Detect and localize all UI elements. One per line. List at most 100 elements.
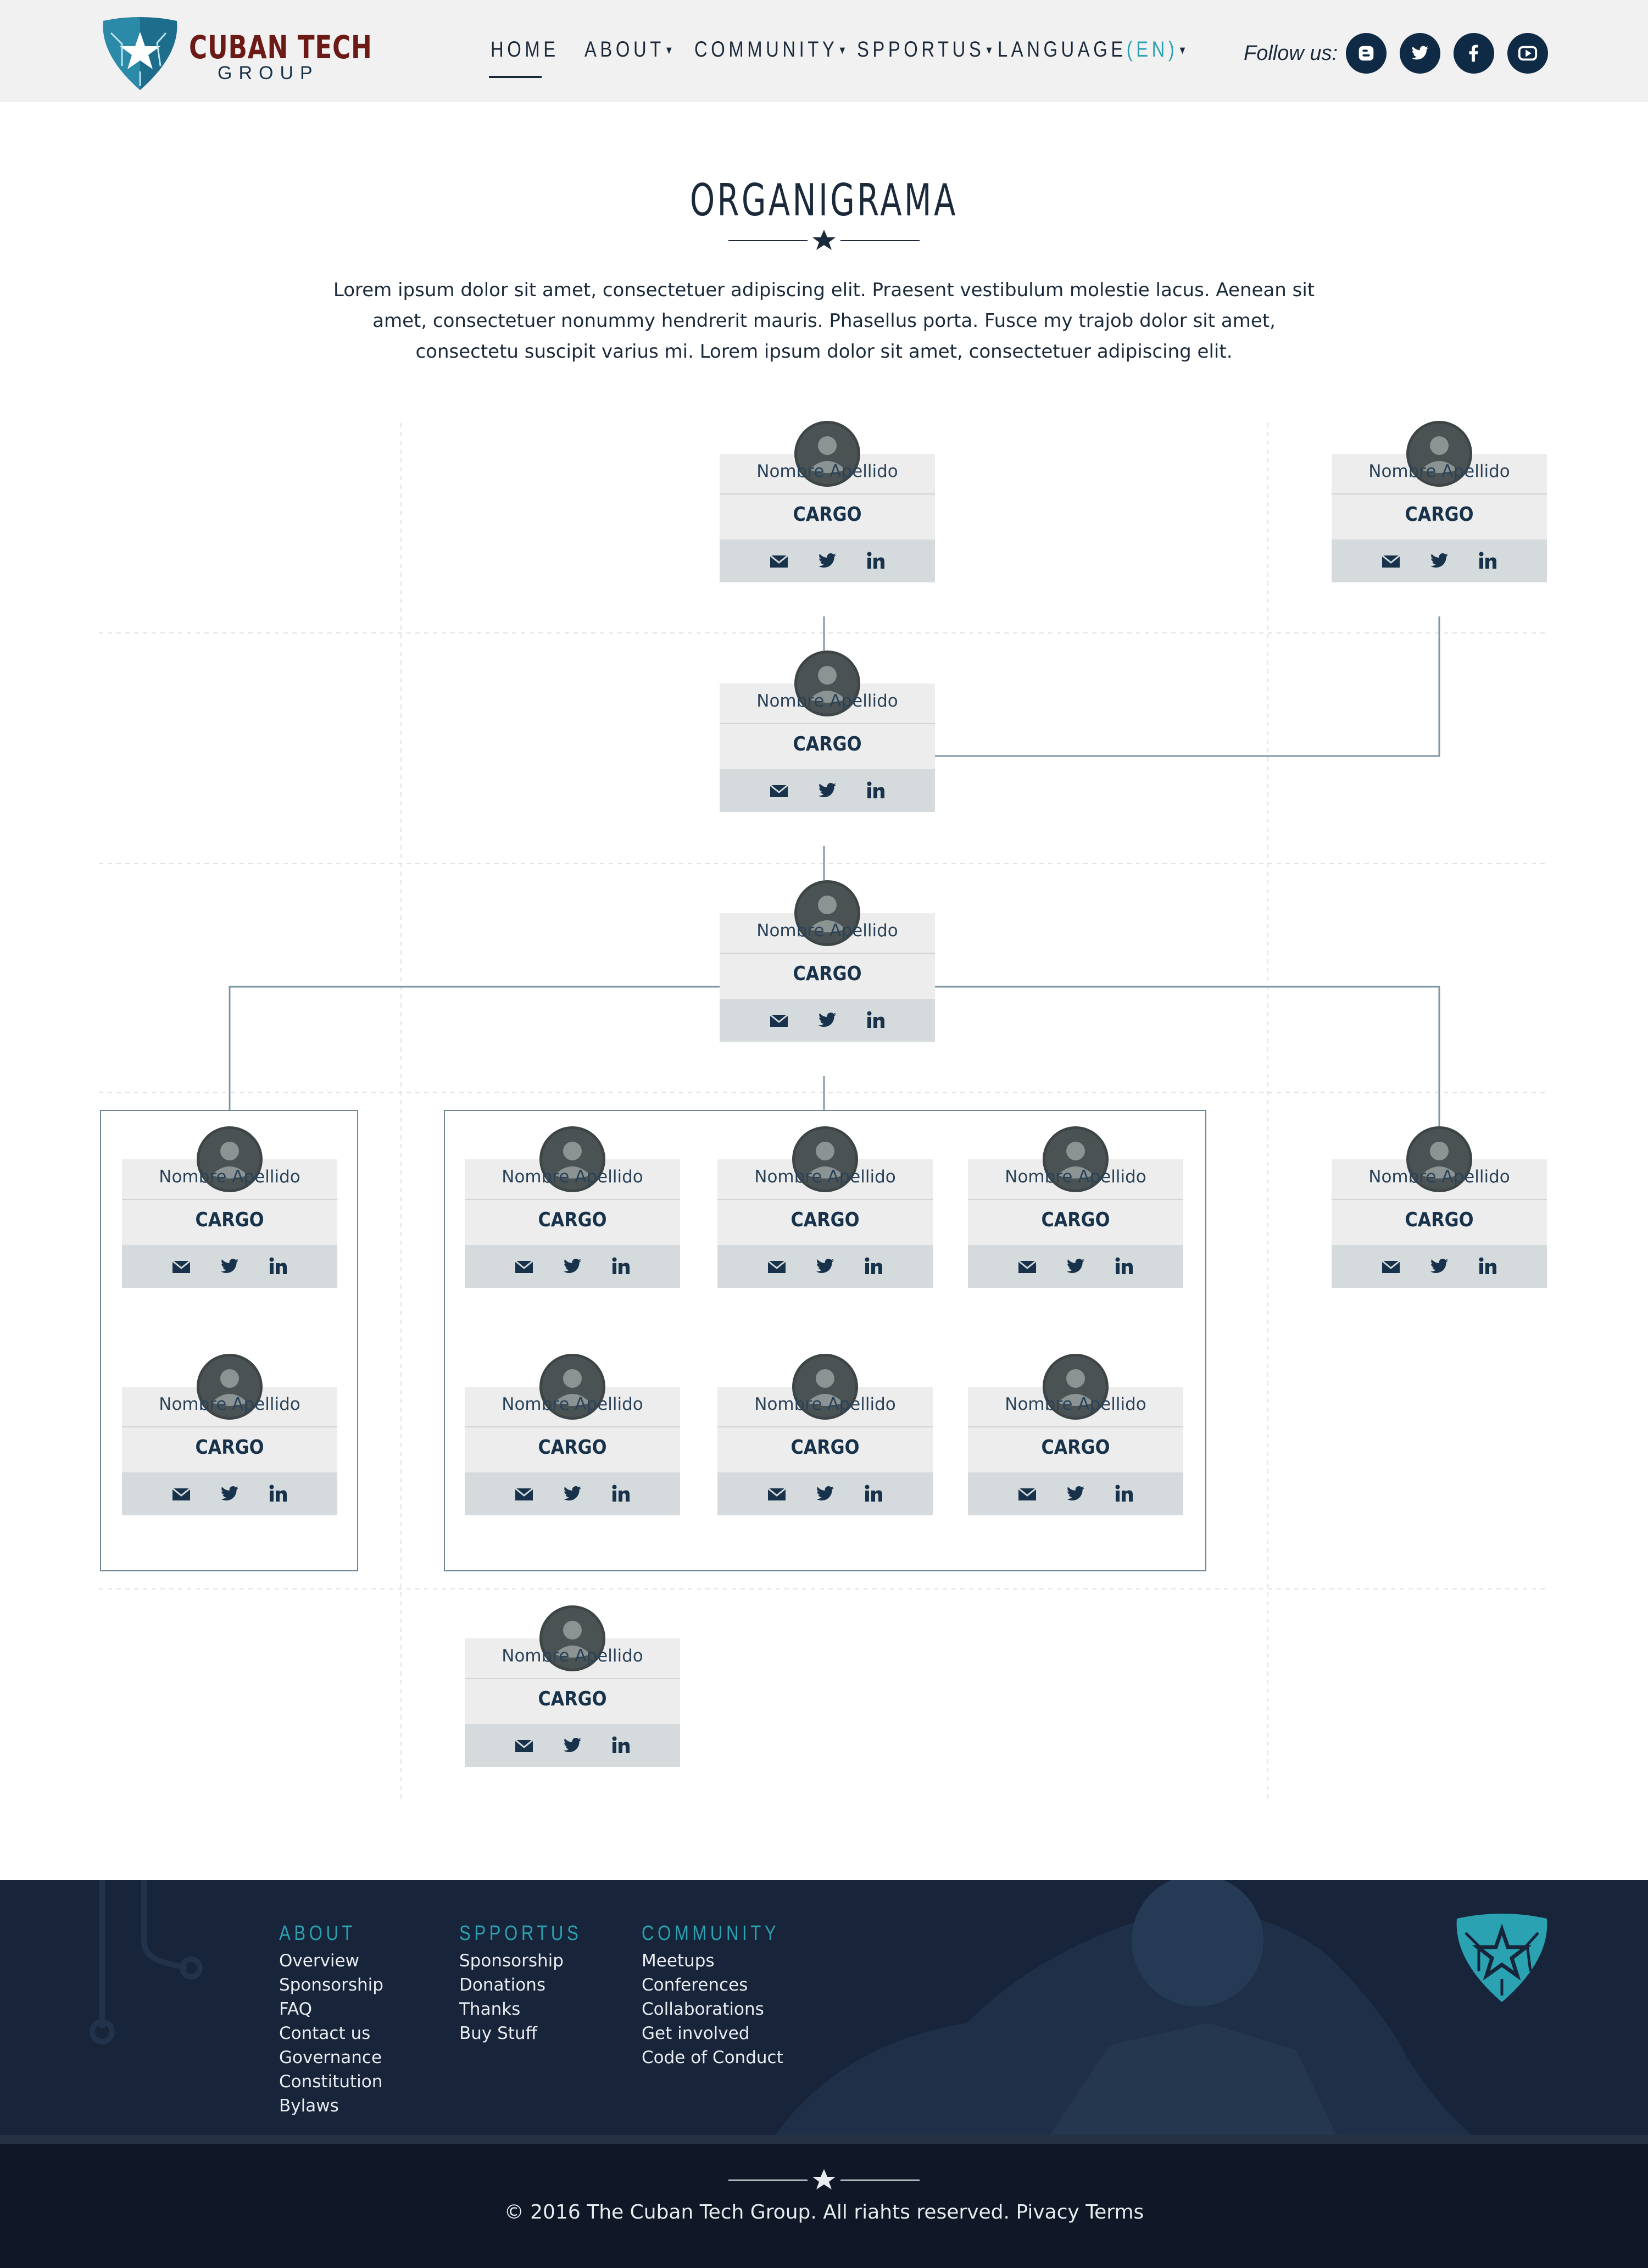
nav-home[interactable]: HOME [491, 37, 559, 62]
twitter-button[interactable] [219, 1483, 241, 1505]
mail-button[interactable] [766, 1483, 788, 1505]
shield-logo-icon[interactable] [1454, 1913, 1550, 2002]
linkedin-icon [612, 1736, 630, 1753]
twitter-icon [1067, 1486, 1084, 1501]
twitter-icon [564, 1258, 581, 1274]
caret-down-icon: ▼ [984, 44, 994, 57]
card-divider [717, 1426, 933, 1427]
mail-icon [1382, 1260, 1400, 1273]
mail-button[interactable] [513, 1483, 535, 1505]
linkedin-button[interactable] [1113, 1483, 1135, 1505]
twitter-button[interactable] [219, 1255, 241, 1277]
mail-button[interactable] [768, 550, 790, 572]
nav-spportus[interactable]: SPPORTUS▼ [857, 37, 994, 62]
footer-link-sponsorship[interactable]: Sponsorship [459, 1949, 609, 1973]
linkedin-button[interactable] [267, 1483, 289, 1505]
mail-button[interactable] [1016, 1483, 1038, 1505]
nav-language[interactable]: LANGUAGE(EN)▼ [998, 37, 1187, 62]
linkedin-button[interactable] [610, 1735, 632, 1756]
facebook-button[interactable] [1454, 33, 1494, 74]
mail-button[interactable] [1380, 1255, 1402, 1277]
twitter-button[interactable] [816, 1009, 838, 1031]
mail-button[interactable] [1016, 1255, 1038, 1277]
footer-link-sponsorship[interactable]: Sponsorship [279, 1973, 383, 1997]
nav-about[interactable]: ABOUT▼ [584, 37, 673, 62]
footer-link-bylaws[interactable]: Bylaws [279, 2094, 383, 2118]
linkedin-button[interactable] [1477, 1255, 1499, 1277]
footer-link-donations[interactable]: Donations [459, 1973, 609, 1997]
footer-link-get-involved[interactable]: Get involved [642, 2021, 810, 2045]
twitter-button[interactable] [1428, 550, 1450, 572]
bottom-bar: © 2016 The Cuban Tech Group. All riahts … [0, 2144, 1648, 2268]
linkedin-button[interactable] [610, 1255, 632, 1277]
linkedin-button[interactable] [862, 1255, 884, 1277]
mail-button[interactable] [766, 1255, 788, 1277]
linkedin-button[interactable] [1477, 550, 1499, 572]
footer-link-collaborations[interactable]: Collaborations [642, 1997, 810, 2021]
mail-button[interactable] [170, 1483, 192, 1505]
linkedin-icon [612, 1485, 630, 1502]
linkedin-button[interactable] [610, 1483, 632, 1505]
linkedin-button[interactable] [1113, 1255, 1135, 1277]
member-card-7: Nombre Apellido CARGO [968, 1126, 1183, 1288]
member-role: CARGO [790, 1436, 860, 1459]
footer-link-governance[interactable]: Governance [279, 2045, 383, 2070]
linkedin-button[interactable] [267, 1255, 289, 1277]
linkedin-button[interactable] [865, 1009, 887, 1031]
mail-button[interactable] [768, 1009, 790, 1031]
youtube-button[interactable] [1507, 33, 1548, 74]
nav-spportus-label: SPPORTUS [857, 37, 985, 62]
twitter-button[interactable] [1065, 1483, 1087, 1505]
footer-background-art [90, 1880, 1483, 2144]
footer-link-conferences[interactable]: Conferences [642, 1973, 810, 1997]
linkedin-icon [1115, 1257, 1133, 1274]
mail-button[interactable] [768, 780, 790, 802]
footer-link-overview[interactable]: Overview [279, 1949, 383, 1973]
twitter-button[interactable] [1428, 1255, 1450, 1277]
mail-button[interactable] [1380, 550, 1402, 572]
footer-link-faq[interactable]: FAQ [279, 1997, 383, 2021]
twitter-button[interactable] [561, 1735, 583, 1756]
footer-link-thanks[interactable]: Thanks [459, 1997, 609, 2021]
twitter-button[interactable] [816, 780, 838, 802]
mail-icon [770, 554, 788, 568]
footer-link-constitution[interactable]: Constitution [279, 2070, 383, 2094]
brand-logo[interactable]: CUBAN TECH GROUP [100, 16, 372, 90]
nav-about-label: ABOUT [584, 37, 665, 62]
mail-button[interactable] [170, 1255, 192, 1277]
privacy-link[interactable]: Pivacy [1016, 2201, 1079, 2223]
footer-link-meetups[interactable]: Meetups [642, 1949, 810, 1973]
footer-link-buy-stuff[interactable]: Buy Stuff [459, 2021, 609, 2045]
star-divider-icon [728, 230, 920, 250]
footer-link-contact[interactable]: Contact us [279, 2021, 383, 2045]
card-divider [1332, 1199, 1547, 1200]
blogger-button[interactable] [1346, 33, 1387, 74]
linkedin-icon [865, 1485, 882, 1502]
member-card-2: Nombre Apellido CARGO [720, 651, 935, 812]
copyright-text: © 2016 The Cuban Tech Group. All riahts … [504, 2201, 1010, 2223]
member-role: CARGO [538, 1209, 607, 1231]
linkedin-button[interactable] [865, 550, 887, 572]
twitter-button[interactable] [561, 1255, 583, 1277]
member-card-12: Nombre Apellido CARGO [968, 1354, 1183, 1515]
linkedin-icon [1115, 1485, 1133, 1502]
mail-button[interactable] [513, 1735, 535, 1756]
member-card-9: Nombre Apellido CARGO [122, 1354, 337, 1515]
linkedin-button[interactable] [862, 1483, 884, 1505]
twitter-button[interactable] [561, 1483, 583, 1505]
nav-active-underline [489, 76, 542, 78]
twitter-button[interactable] [814, 1483, 836, 1505]
mail-button[interactable] [513, 1255, 535, 1277]
mail-icon [172, 1260, 191, 1273]
nav-community-label: COMMUNITY [694, 37, 838, 62]
terms-link[interactable]: Terms [1085, 2201, 1144, 2223]
linkedin-button[interactable] [865, 780, 887, 802]
nav-community[interactable]: COMMUNITY▼ [694, 37, 847, 62]
twitter-button[interactable] [814, 1255, 836, 1277]
footer-link-code-of-conduct[interactable]: Code of Conduct [642, 2045, 810, 2070]
footer-col-title: COMMUNITY [642, 1922, 780, 1945]
twitter-button[interactable] [816, 550, 838, 572]
card-social-bar [720, 769, 935, 812]
twitter-button[interactable] [1065, 1255, 1087, 1277]
twitter-button[interactable] [1400, 33, 1440, 74]
